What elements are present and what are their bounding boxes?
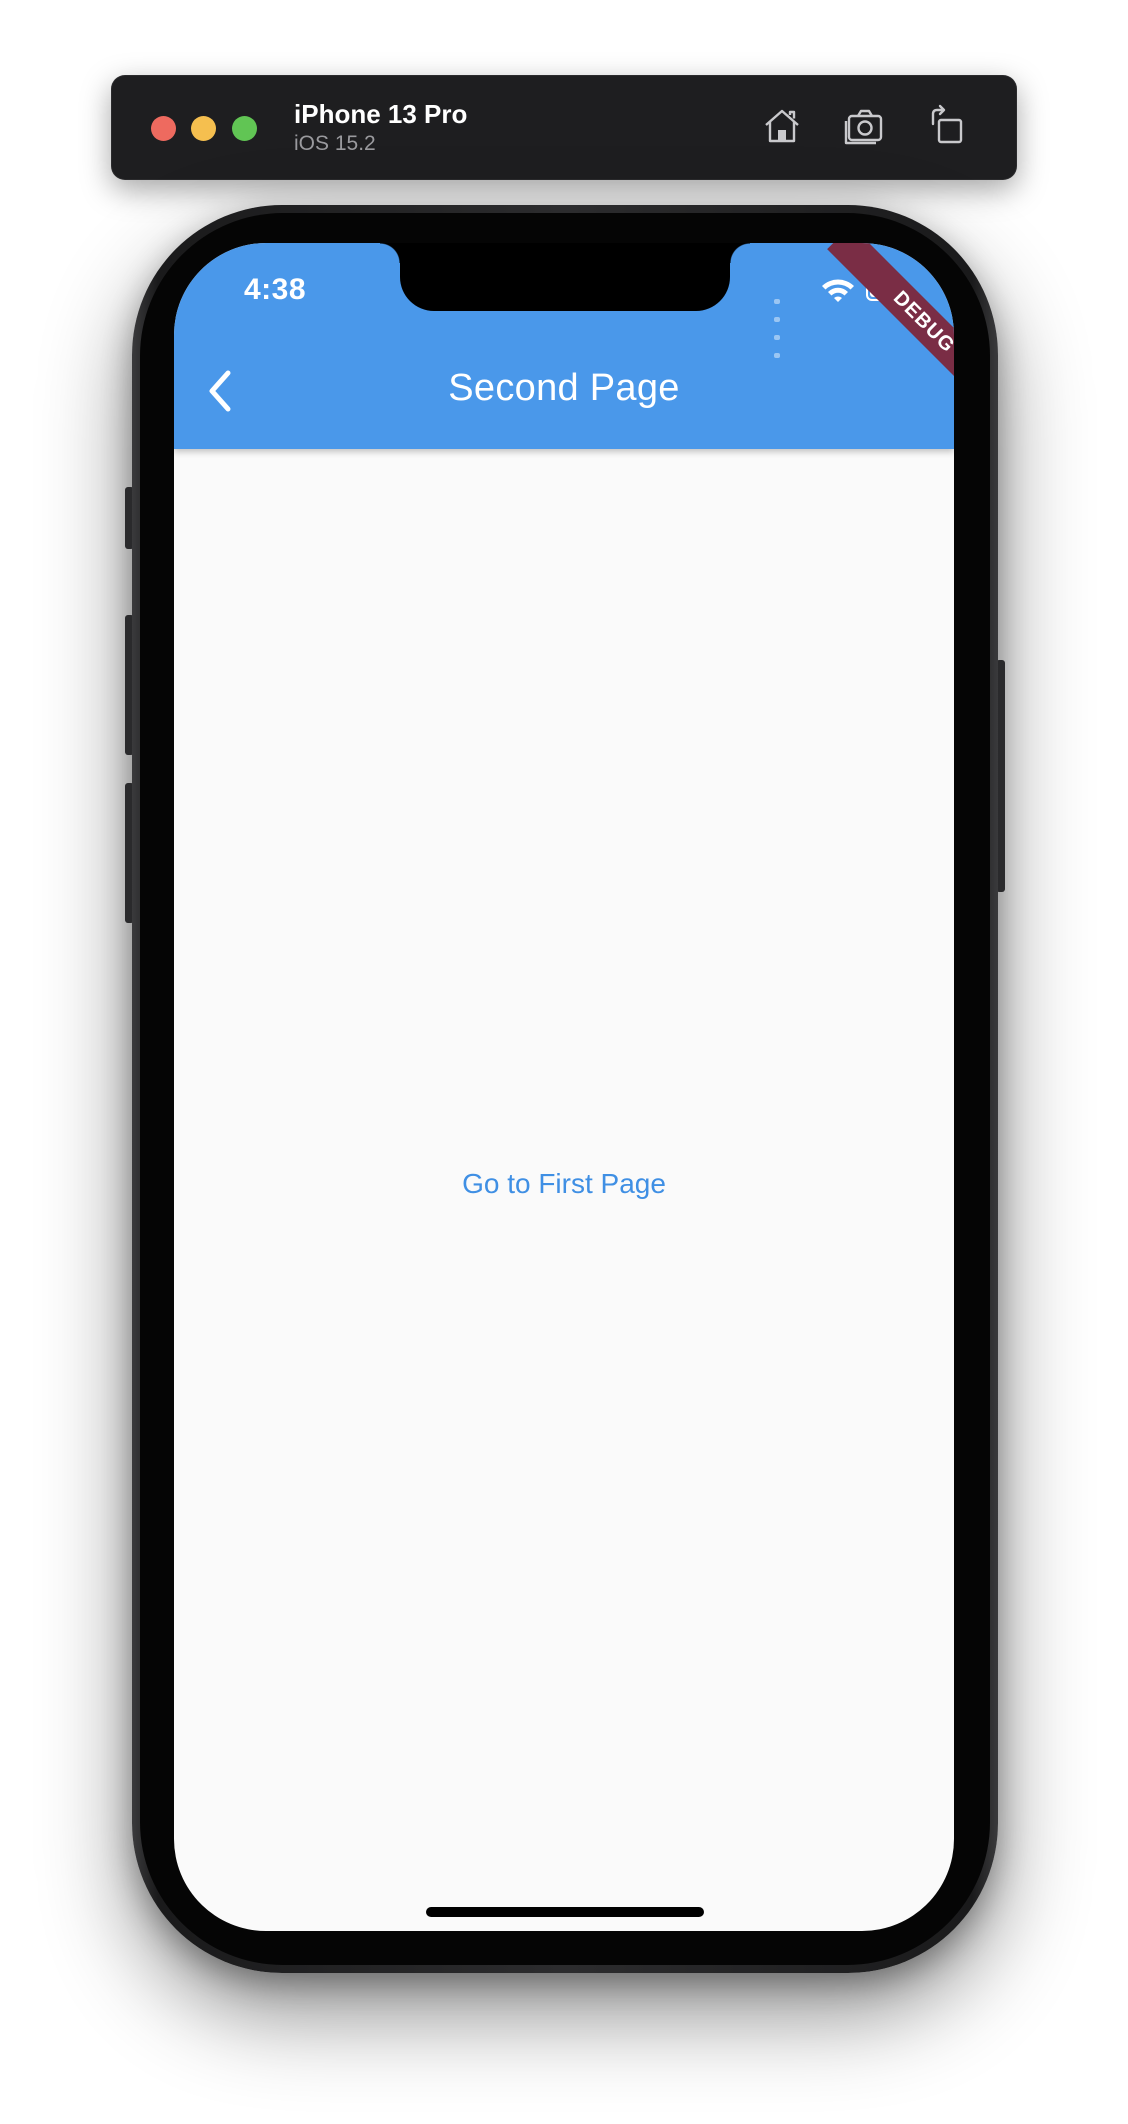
- zoom-window-button[interactable]: [232, 116, 257, 141]
- cellular-signal-icon: [774, 291, 783, 363]
- home-icon[interactable]: [760, 104, 804, 148]
- simulator-stage: iPhone 13 Pro iOS 15.2 4:38 Second Page …: [0, 0, 1128, 2124]
- minimize-window-button[interactable]: [191, 116, 216, 141]
- page-title: Second Page: [448, 367, 680, 409]
- device-name: iPhone 13 Pro: [294, 99, 468, 129]
- rotate-icon[interactable]: [925, 104, 969, 148]
- os-version: iOS 15.2: [294, 132, 376, 155]
- notch: [380, 243, 750, 311]
- phone-screen: 4:38 Second Page DEBUG Go to First Page: [174, 243, 954, 1931]
- wifi-icon: [820, 277, 856, 303]
- screenshot-icon[interactable]: [843, 104, 887, 148]
- close-window-button[interactable]: [151, 116, 176, 141]
- status-time: 4:38: [244, 273, 307, 306]
- go-to-first-page-button[interactable]: Go to First Page: [174, 1168, 954, 1200]
- home-indicator[interactable]: [426, 1907, 704, 1917]
